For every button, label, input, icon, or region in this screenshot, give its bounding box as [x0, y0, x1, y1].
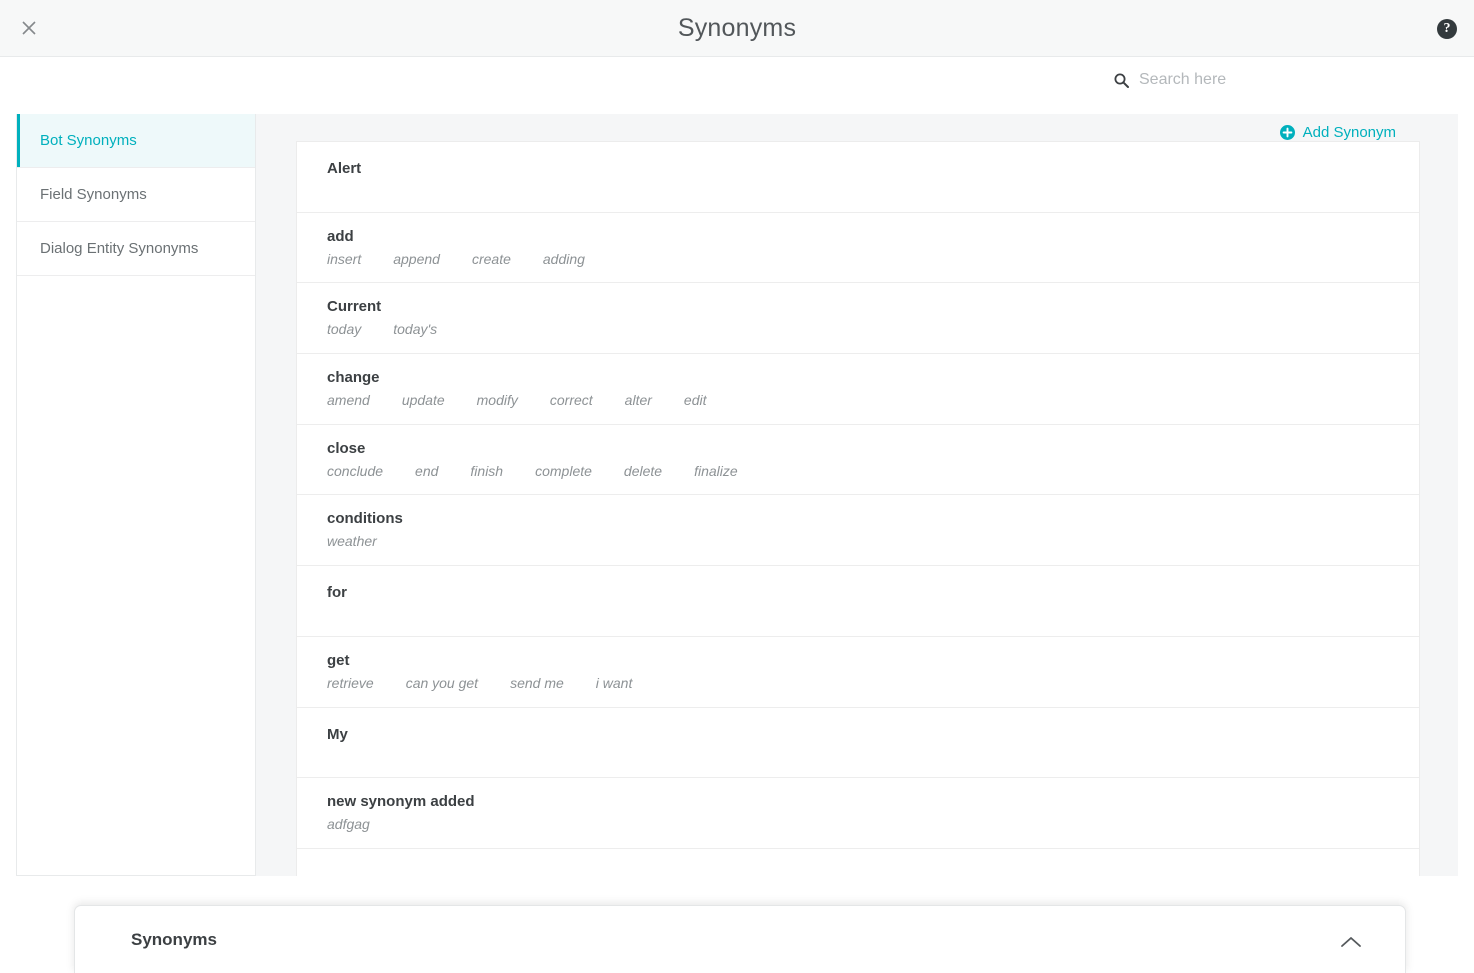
- synonym-value: complete: [535, 462, 592, 479]
- search-field-group: [1114, 71, 1339, 89]
- synonym-value: correct: [549, 391, 593, 408]
- add-synonym-button[interactable]: Add Synonym: [1279, 124, 1396, 141]
- synonym-list: Alert add insert append create adding Current t…: [296, 141, 1420, 876]
- help-icon[interactable]: ?: [1437, 19, 1457, 39]
- synonym-term: close: [327, 439, 366, 457]
- synonym-value: update: [401, 391, 445, 408]
- synonym-value: delete: [623, 462, 663, 479]
- synonym-value: conclude: [327, 462, 384, 479]
- synonym-value: create: [471, 250, 511, 267]
- synonym-value: send me: [510, 674, 564, 691]
- synonym-row[interactable]: get retrieve can you get send me i want: [297, 637, 1419, 708]
- synonym-term: My: [327, 725, 348, 743]
- sidebar: Bot Synonyms Field Synonyms Dialog Entit…: [16, 114, 256, 876]
- synonym-values: insert append create adding: [327, 250, 1419, 269]
- synonym-value: insert: [327, 250, 362, 267]
- synonym-value: finish: [470, 462, 504, 479]
- synonym-term: conditions: [327, 510, 403, 528]
- sidebar-item-field-synonyms[interactable]: Field Synonyms: [17, 168, 255, 222]
- plus-circle-icon: [1279, 125, 1295, 140]
- workspace: Bot Synonyms Field Synonyms Dialog Entit…: [0, 114, 1474, 876]
- search-icon: [1114, 73, 1129, 88]
- synonym-row[interactable]: Current today today's: [297, 283, 1419, 355]
- synonym-row[interactable]: add insert append create adding: [297, 213, 1419, 284]
- synonym-term: change: [327, 368, 380, 386]
- sidebar-item-dialog-entity-synonyms[interactable]: Dialog Entity Synonyms: [17, 222, 255, 276]
- title-bar: Synonyms ?: [0, 0, 1474, 57]
- synonym-value: amend: [327, 391, 370, 408]
- synonym-row[interactable]: conditions weather: [297, 495, 1419, 567]
- synonym-value: retrieve: [327, 674, 374, 691]
- synonym-value: append: [393, 250, 440, 267]
- synonym-values: adfgag: [327, 815, 1419, 834]
- add-synonym-label: Add Synonym: [1302, 124, 1396, 141]
- synonym-row[interactable]: change amend update modify correct alter edit: [297, 354, 1419, 425]
- synonym-term: Alert: [327, 160, 362, 178]
- synonym-row[interactable]: My: [297, 708, 1419, 779]
- page-title: Synonyms: [677, 14, 797, 42]
- synonyms-dock-panel[interactable]: Synonyms: [74, 905, 1406, 973]
- synonym-value: weather: [327, 533, 377, 550]
- dock-title: Synonyms: [131, 930, 217, 949]
- synonym-value: adfgag: [327, 816, 370, 833]
- synonym-row[interactable]: for: [297, 566, 1419, 637]
- synonym-term: get: [327, 651, 350, 669]
- synonym-value: finalize: [694, 462, 738, 479]
- synonym-row[interactable]: close conclude end finish complete delete fina…: [297, 425, 1419, 496]
- chevron-up-icon[interactable]: [1339, 934, 1363, 952]
- synonym-value: adding: [542, 250, 585, 267]
- synonym-values: weather: [327, 532, 1419, 551]
- sidebar-item-bot-synonyms[interactable]: Bot Synonyms: [17, 114, 255, 168]
- synonym-value: end: [415, 462, 439, 479]
- synonym-value: i want: [595, 674, 633, 691]
- synonym-term: Current: [327, 298, 382, 316]
- search-bar: [0, 57, 1474, 114]
- synonym-value: today: [327, 321, 362, 338]
- synonym-value: can you get: [405, 674, 479, 691]
- synonym-value: modify: [476, 391, 518, 408]
- sidebar-item-label: Bot Synonyms: [40, 132, 137, 149]
- synonym-value: alter: [624, 391, 652, 408]
- synonym-row[interactable]: Alert: [297, 142, 1419, 213]
- synonym-row[interactable]: new synonym added adfgag: [297, 778, 1419, 849]
- synonym-values: conclude end finish complete delete finalize: [327, 462, 1419, 481]
- synonym-term: new synonym added: [327, 793, 475, 811]
- synonym-values: amend update modify correct alter edit: [327, 391, 1419, 410]
- synonym-value: edit: [683, 391, 707, 408]
- synonym-term: for: [327, 584, 347, 602]
- synonym-value: today's: [393, 321, 438, 338]
- synonym-values: today today's: [327, 320, 1419, 339]
- sidebar-item-label: Field Synonyms: [40, 186, 147, 203]
- synonym-values: retrieve can you get send me i want: [327, 674, 1419, 693]
- sidebar-item-label: Dialog Entity Synonyms: [40, 240, 199, 257]
- synonym-term: add: [327, 227, 354, 245]
- search-input[interactable]: [1139, 71, 1339, 89]
